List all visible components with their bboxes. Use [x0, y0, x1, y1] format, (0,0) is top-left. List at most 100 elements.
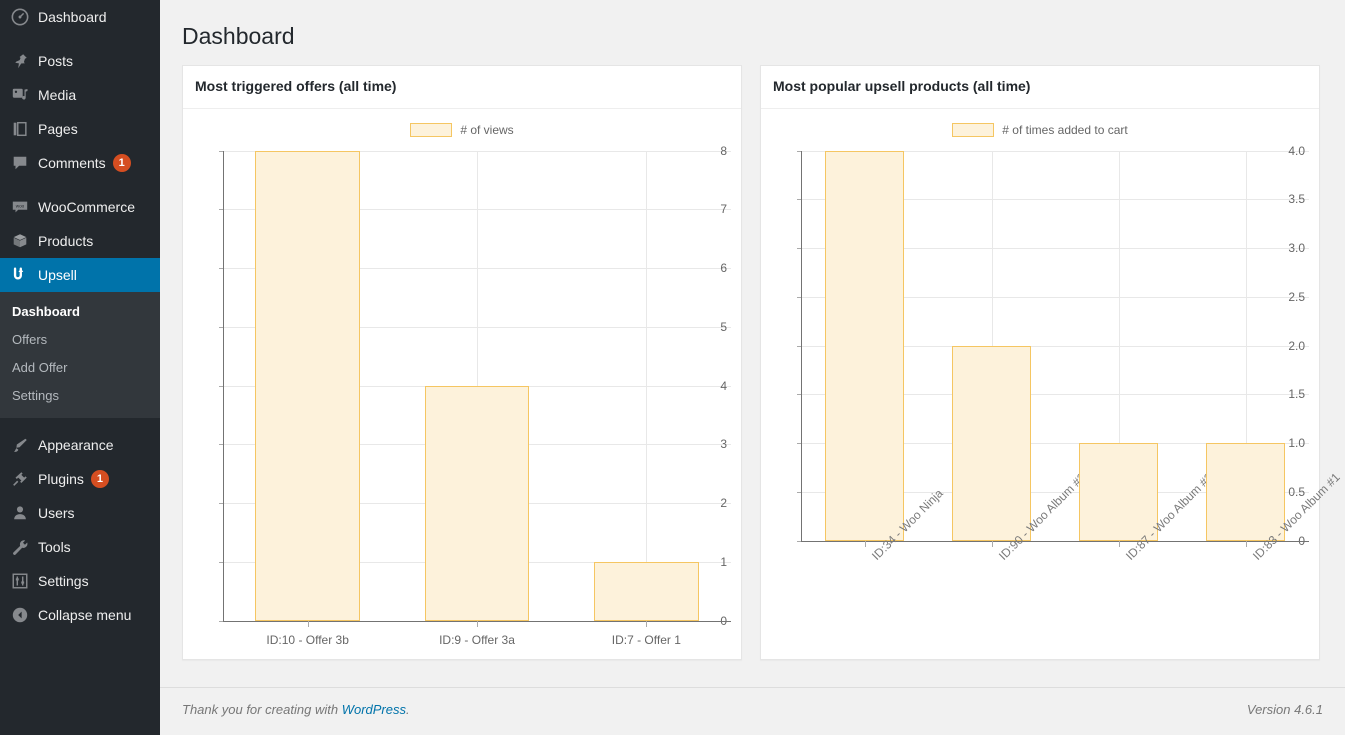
admin-menu: Dashboard Posts Media Pages Commen	[0, 0, 160, 632]
footer-thanks-suffix: .	[406, 702, 410, 717]
x-axis-tick-label: ID:7 - Offer 1	[562, 633, 731, 647]
gridline-vertical	[646, 151, 647, 621]
sidebar-item-appearance[interactable]: Appearance	[0, 428, 160, 462]
woocommerce-icon: woo	[8, 197, 32, 217]
sidebar-item-label: Dashboard	[38, 0, 107, 34]
submenu-item-offers[interactable]: Offers	[0, 326, 160, 354]
x-axis-tick-label: ID:10 - Offer 3b	[223, 633, 392, 647]
bar[interactable]	[1079, 443, 1158, 541]
plugin-icon	[8, 469, 32, 489]
pages-icon	[8, 119, 32, 139]
media-icon	[8, 85, 32, 105]
most-popular-upsell-products-panel: Most popular upsell products (all time) …	[760, 65, 1320, 660]
submenu-item-dashboard[interactable]: Dashboard	[0, 298, 160, 326]
sidebar-item-settings[interactable]: Settings	[0, 564, 160, 598]
sidebar-item-pages[interactable]: Pages	[0, 112, 160, 146]
sidebar-item-label: Tools	[38, 530, 71, 564]
y-axis-tick-label: 2.0	[1288, 339, 1305, 353]
sidebar-item-label: Upsell	[38, 258, 77, 292]
comments-count-badge: 1	[113, 154, 131, 172]
y-axis-tick-label: 1.5	[1288, 387, 1305, 401]
x-axis-tick-mark	[1119, 541, 1120, 547]
y-axis-tick-label: 3	[720, 437, 727, 451]
most-triggered-offers-panel: Most triggered offers (all time) # of vi…	[182, 65, 742, 660]
settings-sliders-icon	[8, 571, 32, 591]
main-content: Dashboard Most triggered offers (all tim…	[160, 0, 1345, 735]
sidebar-item-upsell[interactable]: Upsell	[0, 258, 160, 292]
panel-title: Most popular upsell products (all time)	[761, 66, 1319, 109]
collapse-menu-label: Collapse menu	[38, 598, 131, 632]
y-axis-tick-label: 2	[720, 496, 727, 510]
sidebar-item-label: Comments	[38, 146, 106, 180]
sidebar-item-woocommerce[interactable]: woo WooCommerce	[0, 190, 160, 224]
y-axis-tick-label: 0.5	[1288, 485, 1305, 499]
pin-icon	[8, 51, 32, 71]
chart-legend: # of times added to cart	[771, 117, 1309, 143]
menu-separator	[0, 180, 160, 190]
y-axis-tick-label: 7	[720, 202, 727, 216]
footer-thanks: Thank you for creating with WordPress.	[182, 702, 410, 717]
y-axis-tick-label: 2.5	[1288, 290, 1305, 304]
submenu-item-settings[interactable]: Settings	[0, 382, 160, 410]
bar-chart-products: 00.51.01.52.02.53.03.54.0ID:34 - Woo Nin…	[771, 143, 1309, 643]
chart-body: # of views 012345678ID:10 - Offer 3bID:9…	[183, 109, 741, 661]
upsell-arrow-icon	[8, 265, 32, 285]
collapse-menu-button[interactable]: Collapse menu	[0, 598, 160, 632]
legend-label: # of views	[460, 123, 513, 137]
y-axis-tick-label: 8	[720, 144, 727, 158]
panel-title: Most triggered offers (all time)	[183, 66, 741, 109]
bar[interactable]	[952, 346, 1031, 541]
submenu-item-label: Add Offer	[12, 360, 67, 375]
bar[interactable]	[255, 151, 360, 621]
x-axis-tick-label: ID:9 - Offer 3a	[392, 633, 561, 647]
admin-footer: Thank you for creating with WordPress. V…	[160, 687, 1345, 735]
sidebar-item-label: Plugins	[38, 462, 84, 496]
sidebar-item-tools[interactable]: Tools	[0, 530, 160, 564]
sidebar-item-products[interactable]: Products	[0, 224, 160, 258]
bar[interactable]	[825, 151, 904, 541]
sidebar-item-posts[interactable]: Posts	[0, 44, 160, 78]
collapse-arrow-icon	[8, 605, 32, 625]
x-axis-tick-mark	[646, 621, 647, 627]
y-axis-line	[801, 151, 802, 541]
footer-version: Version 4.6.1	[1247, 702, 1323, 717]
products-box-icon	[8, 231, 32, 251]
bar[interactable]	[1206, 443, 1285, 541]
footer-thanks-prefix: Thank you for creating with	[182, 702, 342, 717]
sidebar-item-comments[interactable]: Comments 1	[0, 146, 160, 180]
plugins-count-badge: 1	[91, 470, 109, 488]
y-axis-tick-label: 4	[720, 379, 727, 393]
sidebar-item-media[interactable]: Media	[0, 78, 160, 112]
bar-chart-offers: 012345678ID:10 - Offer 3bID:9 - Offer 3a…	[193, 143, 731, 643]
submenu-item-add-offer[interactable]: Add Offer	[0, 354, 160, 382]
x-axis-tick-mark	[992, 541, 993, 547]
sidebar-item-label: Products	[38, 224, 93, 258]
tools-wrench-icon	[8, 537, 32, 557]
chart-body: # of times added to cart 00.51.01.52.02.…	[761, 109, 1319, 661]
y-axis-tick-label: 4.0	[1288, 144, 1305, 158]
chart-legend: # of views	[193, 117, 731, 143]
sidebar-item-users[interactable]: Users	[0, 496, 160, 530]
y-axis-tick-label: 1	[720, 555, 727, 569]
appearance-brush-icon	[8, 435, 32, 455]
x-axis-tick-mark	[308, 621, 309, 627]
x-axis-tick-mark	[865, 541, 866, 547]
wordpress-link[interactable]: WordPress	[342, 702, 406, 717]
sidebar-item-plugins[interactable]: Plugins 1	[0, 462, 160, 496]
sidebar-item-label: Pages	[38, 112, 78, 146]
bar[interactable]	[425, 386, 530, 621]
y-axis-tick-label: 5	[720, 320, 727, 334]
charts-row: Most triggered offers (all time) # of vi…	[160, 65, 1345, 660]
dashboard-icon	[8, 7, 32, 27]
submenu-item-label: Offers	[12, 332, 47, 347]
sidebar-item-label: Users	[38, 496, 75, 530]
page-title: Dashboard	[160, 0, 1345, 65]
bar[interactable]	[594, 562, 699, 621]
sidebar-item-label: WooCommerce	[38, 190, 135, 224]
legend-swatch	[952, 123, 994, 137]
sidebar-item-label: Posts	[38, 44, 73, 78]
sidebar-item-dashboard[interactable]: Dashboard	[0, 0, 160, 34]
sidebar-item-label: Appearance	[38, 428, 114, 462]
y-axis-tick-label: 1.0	[1288, 436, 1305, 450]
submenu-item-label: Settings	[12, 388, 59, 403]
